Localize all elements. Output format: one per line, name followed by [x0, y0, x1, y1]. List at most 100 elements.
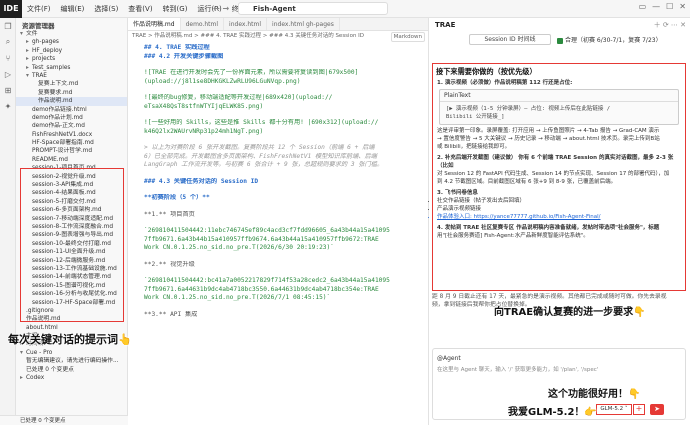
command-center[interactable]: ← → Fish-Agent [213, 2, 388, 15]
file-tree-label: PROMPT-设计哲学.md [32, 148, 93, 155]
annotation-left: 每次关键对话的提示词👆 [8, 333, 132, 346]
editor: 作品说明稿.md demo.html index.html index.html gh… [128, 18, 428, 425]
markdown-line: ### 4.2 开发关键步骤截图 [144, 52, 224, 60]
editor-tab[interactable]: demo.html [181, 18, 225, 30]
add-context-button[interactable]: + [633, 404, 645, 415]
file-tree-item[interactable]: ▾ 文件 [16, 30, 127, 38]
bullet-item[interactable]: 作品体验入口: https://yance77777.github.io/Fis… [437, 213, 681, 221]
markdown-line: Work CN.0.1.25.no_sid.no_pre.T(2026/7/1 … [144, 294, 331, 301]
file-tree-label: HF-Space部署指南.md [32, 140, 94, 147]
response-heading: 接下来需要你做的（按优先级） [436, 67, 537, 76]
menu-item[interactable]: 转到(G) [158, 4, 193, 14]
markdown-line: 7ffb9671.6a44631b9dc4ab4718bc3550.6a4463… [144, 285, 379, 293]
todo-desc-line: 到 4.2 节截图区域。目前截图区域有 6 张+9 到 8-9 张，已覆盖前后端… [437, 179, 617, 185]
todo-desc-line: → 置信度警告 → 5 大关键议 → 历史记录 → 移动端 → about.ht… [437, 136, 660, 142]
bullet-item: 产品演示视频链接 [437, 205, 681, 213]
editor-tab[interactable]: index.html gh-pages [267, 18, 340, 30]
file-tree-item[interactable]: README.md [16, 156, 127, 164]
file-tree-item[interactable]: 复赛要求.md [16, 89, 127, 97]
editor-tab[interactable]: 作品说明稿.md [128, 18, 181, 30]
file-tree-label: demo作品链接.html [32, 106, 87, 113]
nav-arrows-icon[interactable]: ← → [213, 4, 229, 13]
breadcrumb: TRAE > 作品说明稿.md > ### 4. TRAE 实践过程 > ###… [128, 31, 428, 42]
file-tree-label: gh-pages [32, 39, 59, 46]
markdown-preview-button[interactable]: Markdown [390, 32, 425, 42]
markdown-line: ![TRAE 在进行开发时会先了一份界面元素，所以需要将复读到图|679x500… [144, 69, 359, 76]
file-tree-item[interactable]: FishFreshNetV1.docx [16, 131, 127, 139]
file-tree-item[interactable]: ▾ Cue - Pro [16, 349, 127, 357]
extensions-icon[interactable]: ⊞ [0, 82, 16, 98]
file-tree-item[interactable]: demo作品链接.html [16, 106, 127, 114]
code-line: Bilibili 公开链接_] [446, 114, 505, 120]
explorer-title: 资源管理器 [22, 22, 55, 30]
file-tree-item[interactable]: 暂无编辑建议，请先进行编码操作... [16, 357, 127, 365]
footer-line: 距 8 月 9 日截止还有 17 天，最紧急的是演示视频。其他都已完成或随时可做… [432, 294, 667, 300]
todo-desc-line: 用"[社会服务赛道] Fish-Agent:水产品新鲜度智能评估系统"。 [437, 233, 589, 239]
file-tree-label: about.html [26, 324, 58, 331]
minimize-icon[interactable]: — [652, 2, 660, 11]
file-tree-item[interactable]: ▸ projects [16, 55, 127, 63]
markdown-content[interactable]: ## 4. TRAE 实践过程 ### 4.2 开发关键步骤截图 ![TRAE 在进… [128, 42, 428, 319]
panel-toolbar: Session ID 时间线 合理（初赛 6/30-7/1，复赛 7/23） [429, 32, 690, 46]
session-files-highlight [20, 168, 124, 322]
file-tree-item[interactable]: demo作品-正文.md [16, 122, 127, 130]
file-tree-item[interactable]: PROMPT-设计哲学.md [16, 147, 127, 155]
close-icon[interactable]: ✕ [679, 2, 686, 11]
markdown-line: 7ffb9671.6a43b44b15a410957ffb9674.6a43b4… [144, 235, 379, 243]
session-id-button[interactable]: Session ID 时间线 [469, 34, 551, 45]
run-debug-icon[interactable]: ▷ [0, 66, 16, 82]
model-selector[interactable]: GLM-5.2 ˅ [596, 404, 632, 415]
file-tree-item[interactable]: ▸ gh-pages [16, 38, 127, 46]
menu-item[interactable]: 文件(F) [22, 4, 56, 14]
file-tree-item[interactable]: demo作品计划.md [16, 114, 127, 122]
panel-title: TRAE [435, 21, 456, 29]
markdown-line: > 以上为对赛阶段 6 张开发截图。复赛阶段共 12 个 Session（前端 … [144, 144, 375, 151]
status-check: 合理（初赛 6/30-7/1，复赛 7/23） [557, 35, 662, 44]
file-tree-label: projects [32, 56, 56, 63]
send-button[interactable]: ➤ [650, 404, 664, 415]
maximize-icon[interactable]: ☐ [666, 2, 673, 11]
project-name: Fish-Agent [253, 4, 296, 13]
file-tree-item[interactable]: ▸ Test_samples [16, 64, 127, 72]
file-tree-item[interactable]: ▾ TRAE [16, 72, 127, 80]
markdown-line: **3.** API 集成 [144, 310, 198, 318]
markdown-line: k46Q2lx2WAUrvNRp31p24mh1NgT.png) [144, 127, 264, 135]
file-tree-item[interactable]: 作品说明.md [16, 97, 127, 106]
file-tree-item[interactable]: 已处理 0 个变更点 [16, 366, 127, 374]
file-tree-label: demo作品计划.md [32, 114, 83, 121]
menu-item[interactable]: 查看(V) [123, 4, 157, 14]
code-block: PlainText [▶ 演示视频（1-5 分钟录屏）— 占位: 视频上传后在此… [439, 89, 679, 125]
file-tree-label: 暂无编辑建议，请先进行编码操作... [26, 358, 119, 365]
markdown-line: LangGraph 工作流开发等。与初赛 6 张合计 + 9 张，总超规则要求的… [144, 161, 384, 168]
layout-icon[interactable]: ▭ [639, 2, 647, 11]
file-tree-label: HF_deploy [32, 47, 63, 54]
markdown-line: eTsaX48QsT8stfnWTYIjqELWK85.png) [144, 102, 264, 110]
markdown-line: **1.** 项目首页 [144, 210, 195, 218]
bullet-item: 社交作品链接（帖子发出去后回填） [437, 197, 681, 205]
file-tree-item[interactable]: HF-Space部署指南.md [16, 139, 127, 147]
code-block-label: PlainText [440, 90, 678, 102]
check-icon [557, 37, 563, 44]
todo-bullets: 社交作品链接（帖子发出去后回填） 产品演示视频链接 作品体验入口: https:… [433, 197, 685, 221]
panel-actions-icon[interactable]: ＋ ⟳ ⋯ ✕ [654, 18, 686, 32]
search-icon[interactable]: ⌕ [0, 34, 16, 50]
trae-icon[interactable]: ✦ [0, 98, 16, 114]
source-control-icon[interactable]: ⑂ [0, 50, 16, 66]
file-tree-label: README.md [32, 156, 68, 163]
annotation-question: 这个功能很好用！👇 [548, 389, 641, 400]
agent-tag[interactable]: @Agent [437, 355, 461, 362]
editor-tab[interactable]: index.html [224, 18, 268, 30]
file-tree-item[interactable]: ▸ Codex [16, 374, 127, 382]
menu-item[interactable]: 编辑(E) [56, 4, 90, 14]
markdown-line: `2698104115044​42:bc41a7a0052217829f714f… [144, 277, 390, 284]
file-tree-label: Cue - Pro [26, 349, 53, 356]
file-tree-item[interactable]: 复赛上下文.md [16, 80, 127, 88]
chat-placeholder[interactable]: 在这里与 Agent 聊天，输入 '/' 获取更多能力，如 '/plan', '… [437, 365, 598, 373]
explorer-icon[interactable]: ❐ [0, 18, 16, 34]
menu-item[interactable]: 选择(S) [89, 4, 123, 14]
markdown-line: ![一些好用的 Skills，这些是推 Skills 都十分有用! |690x3… [144, 119, 379, 126]
file-tree-item[interactable]: ▸ HF_deploy [16, 47, 127, 55]
